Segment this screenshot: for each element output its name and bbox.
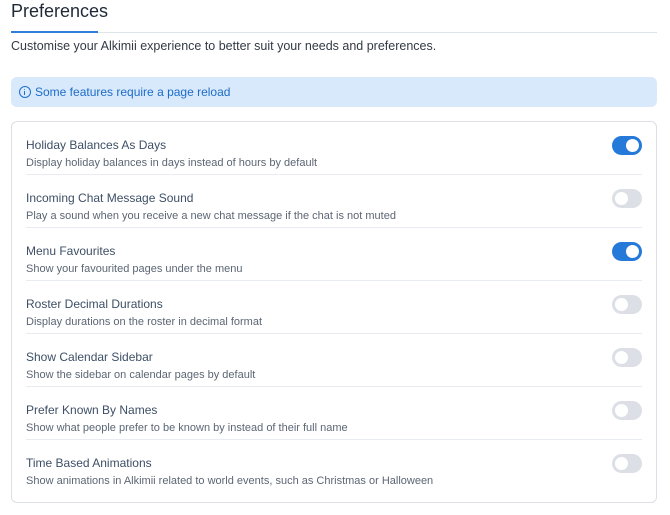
toggle-knob [615,404,628,417]
toggle-knob [615,298,628,311]
preference-title: Roster Decimal Durations [26,297,163,311]
toggle-knob [615,192,628,205]
preference-title: Menu Favourites [26,244,116,258]
preference-row-known-by-names: Prefer Known By Names Show what people p… [26,387,642,440]
preference-row-calendar-sidebar: Show Calendar Sidebar Show the sidebar o… [26,334,642,387]
preference-description: Show animations in Alkimii related to wo… [26,475,434,487]
title-accent-bar [11,31,98,33]
preference-description: Display durations on the roster in decim… [26,316,262,328]
preference-title: Incoming Chat Message Sound [26,191,194,205]
info-icon [19,86,31,98]
page-subtitle: Customise your Alkimii experience to bet… [11,39,437,53]
preference-row-chat-sound: Incoming Chat Message Sound Play a sound… [26,175,642,228]
preference-description: Play a sound when you receive a new chat… [26,210,396,222]
preferences-card: Holiday Balances As Days Display holiday… [11,121,657,503]
preference-row-holiday-balances: Holiday Balances As Days Display holiday… [26,122,642,175]
banner-text: Some features require a page reload [35,85,231,99]
preference-description: Show what people prefer to be known by i… [26,422,348,434]
preference-title: Prefer Known By Names [26,403,158,417]
toggle-knob [626,245,639,258]
calendar-sidebar-toggle[interactable] [612,348,642,367]
preference-title: Show Calendar Sidebar [26,350,153,364]
holiday-balances-toggle[interactable] [612,136,642,155]
menu-favourites-toggle[interactable] [612,242,642,261]
preferences-page: Preferences Customise your Alkimii exper… [0,0,670,515]
time-animations-toggle[interactable] [612,454,642,473]
known-by-names-toggle[interactable] [612,401,642,420]
toggle-knob [615,351,628,364]
toggle-knob [615,457,628,470]
preference-title: Holiday Balances As Days [26,138,167,152]
preference-row-time-animations: Time Based Animations Show animations in… [26,440,642,493]
page-title: Preferences [11,1,109,21]
title-divider [11,32,657,33]
preference-row-menu-favourites: Menu Favourites Show your favourited pag… [26,228,642,281]
preference-description: Display holiday balances in days instead… [26,157,318,169]
preference-description: Show your favourited pages under the men… [26,263,243,275]
toggle-knob [626,139,639,152]
reload-info-banner: Some features require a page reload [11,77,657,107]
chat-sound-toggle[interactable] [612,189,642,208]
preference-title: Time Based Animations [26,456,152,470]
roster-decimal-toggle[interactable] [612,295,642,314]
preference-row-roster-decimal: Roster Decimal Durations Display duratio… [26,281,642,334]
preference-description: Show the sidebar on calendar pages by de… [26,369,256,381]
